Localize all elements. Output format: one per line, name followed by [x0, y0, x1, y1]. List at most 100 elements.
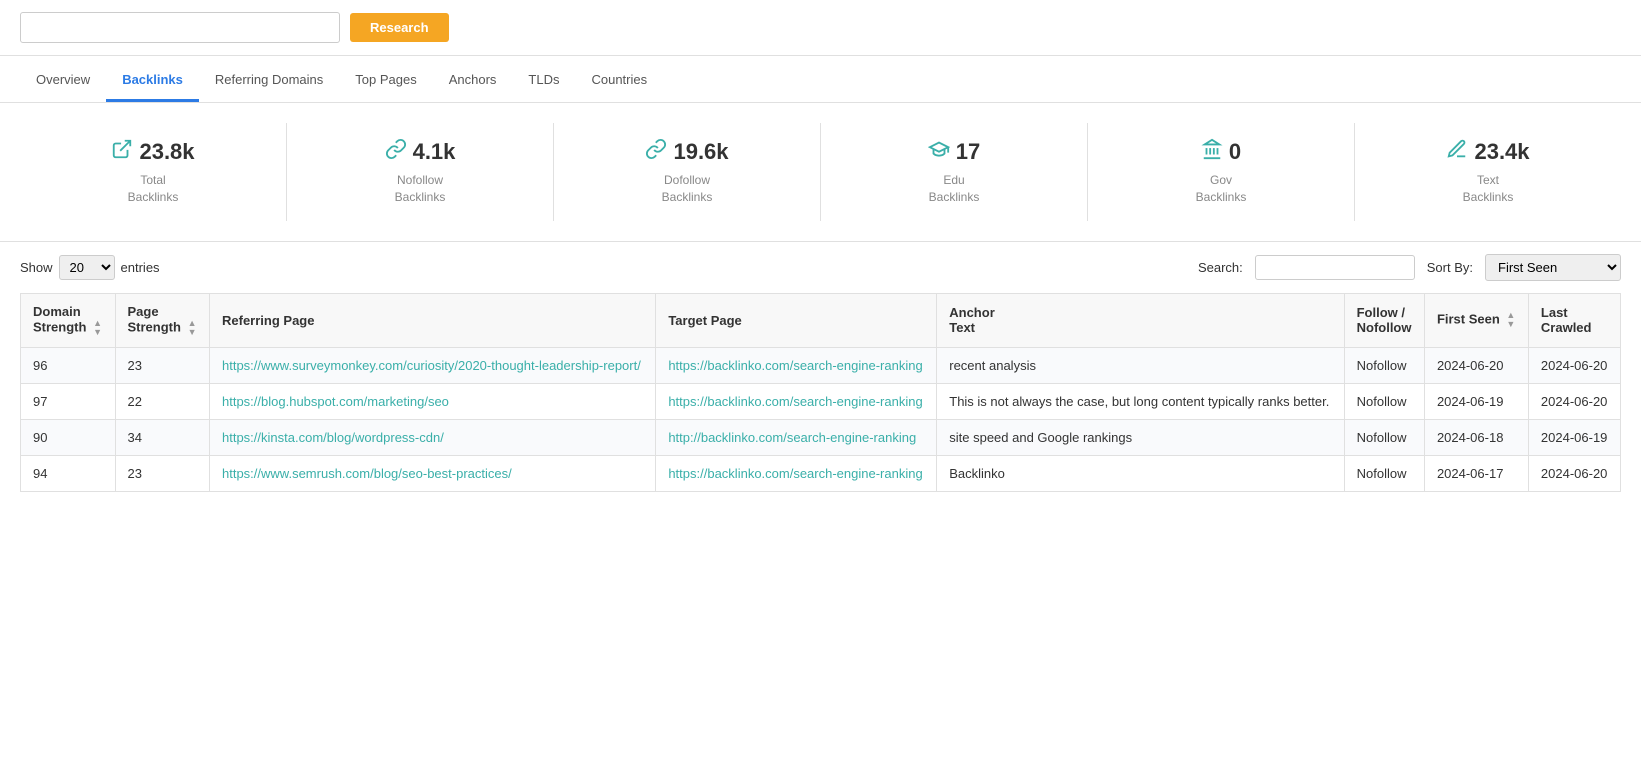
col-anchor-text: AnchorText — [937, 293, 1344, 347]
col-domain-strength[interactable]: DomainStrength ▲▼ — [21, 293, 116, 347]
stat-nofollow-label: NofollowBacklinks — [297, 172, 543, 206]
cell-domain-strength: 96 — [21, 347, 116, 383]
entries-label: entries — [121, 260, 160, 275]
cell-follow-nofollow: Nofollow — [1344, 419, 1424, 455]
stat-gov-value: 0 — [1229, 139, 1241, 165]
cell-target-page[interactable]: https://backlinko.com/search-engine-rank… — [656, 347, 937, 383]
search-input[interactable] — [1255, 255, 1415, 280]
search-label: Search: — [1198, 260, 1243, 275]
stat-dofollow-backlinks: 19.6k DofollowBacklinks — [554, 123, 821, 221]
nofollow-backlinks-icon — [385, 138, 407, 166]
cell-target-page-link[interactable]: https://backlinko.com/search-engine-rank… — [668, 394, 922, 409]
col-target-page: Target Page — [656, 293, 937, 347]
cell-follow-nofollow: Nofollow — [1344, 347, 1424, 383]
backlinks-table: DomainStrength ▲▼ PageStrength ▲▼ Referr… — [20, 293, 1621, 492]
cell-referring-page-link[interactable]: https://blog.hubspot.com/marketing/seo — [222, 394, 449, 409]
table-row: 9423 https://www.semrush.com/blog/seo-bes… — [21, 455, 1621, 491]
stat-dofollow-label: DofollowBacklinks — [564, 172, 810, 206]
stat-edu-value: 17 — [956, 139, 980, 165]
stat-gov-backlinks: 0 GovBacklinks — [1088, 123, 1355, 221]
cell-domain-strength: 94 — [21, 455, 116, 491]
table-header-row: DomainStrength ▲▼ PageStrength ▲▼ Referr… — [21, 293, 1621, 347]
table-row: 9034 https://kinsta.com/blog/wordpress-cd… — [21, 419, 1621, 455]
research-button[interactable]: Research — [350, 13, 449, 42]
cell-domain-strength: 97 — [21, 383, 116, 419]
cell-referring-page[interactable]: https://blog.hubspot.com/marketing/seo — [210, 383, 656, 419]
show-entries-control: Show 10 20 50 100 entries — [20, 255, 160, 280]
stat-nofollow-backlinks: 4.1k NofollowBacklinks — [287, 123, 554, 221]
tab-backlinks[interactable]: Backlinks — [106, 60, 199, 102]
table-row: 9623 https://www.surveymonkey.com/curiosi… — [21, 347, 1621, 383]
cell-referring-page-link[interactable]: https://www.surveymonkey.com/curiosity/2… — [222, 358, 641, 373]
sort-arrows-first-seen: ▲▼ — [1506, 311, 1515, 329]
tab-top-pages[interactable]: Top Pages — [339, 60, 432, 102]
cell-first-seen: 2024-06-18 — [1424, 419, 1528, 455]
cell-first-seen: 2024-06-20 — [1424, 347, 1528, 383]
cell-referring-page[interactable]: https://www.semrush.com/blog/seo-best-pr… — [210, 455, 656, 491]
total-backlinks-icon — [111, 138, 133, 166]
cell-referring-page[interactable]: https://www.surveymonkey.com/curiosity/2… — [210, 347, 656, 383]
col-referring-page: Referring Page — [210, 293, 656, 347]
dofollow-backlinks-icon — [645, 138, 667, 166]
cell-follow-nofollow: Nofollow — [1344, 455, 1424, 491]
cell-target-page-link[interactable]: http://backlinko.com/search-engine-ranki… — [668, 430, 916, 445]
stat-edu-backlinks: 17 EduBacklinks — [821, 123, 1088, 221]
tab-overview[interactable]: Overview — [20, 60, 106, 102]
stat-text-label: TextBacklinks — [1365, 172, 1611, 206]
cell-page-strength: 22 — [115, 383, 210, 419]
tab-anchors[interactable]: Anchors — [433, 60, 513, 102]
cell-first-seen: 2024-06-19 — [1424, 383, 1528, 419]
cell-page-strength: 23 — [115, 347, 210, 383]
cell-first-seen: 2024-06-17 — [1424, 455, 1528, 491]
cell-last-crawled: 2024-06-20 — [1528, 383, 1620, 419]
tab-countries[interactable]: Countries — [575, 60, 663, 102]
sort-label: Sort By: — [1427, 260, 1473, 275]
cell-follow-nofollow: Nofollow — [1344, 383, 1424, 419]
cell-target-page[interactable]: http://backlinko.com/search-engine-ranki… — [656, 419, 937, 455]
col-first-seen[interactable]: First Seen ▲▼ — [1424, 293, 1528, 347]
cell-anchor-text: recent analysis — [937, 347, 1344, 383]
sort-arrows-page: ▲▼ — [188, 319, 197, 337]
table-row: 9722 https://blog.hubspot.com/marketing/s… — [21, 383, 1621, 419]
col-last-crawled: LastCrawled — [1528, 293, 1620, 347]
cell-referring-page[interactable]: https://kinsta.com/blog/wordpress-cdn/ — [210, 419, 656, 455]
cell-anchor-text: This is not always the case, but long co… — [937, 383, 1344, 419]
tab-referring-domains[interactable]: Referring Domains — [199, 60, 339, 102]
cell-target-page-link[interactable]: https://backlinko.com/search-engine-rank… — [668, 358, 922, 373]
cell-anchor-text: Backlinko — [937, 455, 1344, 491]
cell-last-crawled: 2024-06-20 — [1528, 347, 1620, 383]
cell-domain-strength: 90 — [21, 419, 116, 455]
stat-total-backlinks-label: TotalBacklinks — [30, 172, 276, 206]
controls-row: Show 10 20 50 100 entries Search: Sort B… — [0, 242, 1641, 293]
top-bar: https://backlinko.com/search-engine-rank… — [0, 0, 1641, 56]
tab-tlds[interactable]: TLDs — [512, 60, 575, 102]
cell-referring-page-link[interactable]: https://www.semrush.com/blog/seo-best-pr… — [222, 466, 512, 481]
cell-target-page[interactable]: https://backlinko.com/search-engine-rank… — [656, 383, 937, 419]
stat-total-backlinks: 23.8k TotalBacklinks — [20, 123, 287, 221]
stat-edu-label: EduBacklinks — [831, 172, 1077, 206]
stat-nofollow-value: 4.1k — [413, 139, 456, 165]
sort-select[interactable]: First Seen Last Crawled Domain Strength … — [1485, 254, 1621, 281]
backlinks-table-wrapper: DomainStrength ▲▼ PageStrength ▲▼ Referr… — [0, 293, 1641, 512]
cell-last-crawled: 2024-06-20 — [1528, 455, 1620, 491]
cell-page-strength: 34 — [115, 419, 210, 455]
url-input[interactable]: https://backlinko.com/search-engine-rank… — [20, 12, 340, 43]
stat-gov-label: GovBacklinks — [1098, 172, 1344, 206]
cell-referring-page-link[interactable]: https://kinsta.com/blog/wordpress-cdn/ — [222, 430, 444, 445]
edu-backlinks-icon — [928, 138, 950, 166]
col-page-strength[interactable]: PageStrength ▲▼ — [115, 293, 210, 347]
cell-anchor-text: site speed and Google rankings — [937, 419, 1344, 455]
entries-select[interactable]: 10 20 50 100 — [59, 255, 115, 280]
cell-page-strength: 23 — [115, 455, 210, 491]
stat-dofollow-value: 19.6k — [673, 139, 728, 165]
cell-target-page[interactable]: https://backlinko.com/search-engine-rank… — [656, 455, 937, 491]
stat-total-backlinks-value: 23.8k — [139, 139, 194, 165]
stat-text-backlinks: 23.4k TextBacklinks — [1355, 123, 1621, 221]
show-label: Show — [20, 260, 53, 275]
col-follow-nofollow: Follow /Nofollow — [1344, 293, 1424, 347]
sort-arrows-domain: ▲▼ — [93, 319, 102, 337]
text-backlinks-icon — [1446, 138, 1468, 166]
cell-last-crawled: 2024-06-19 — [1528, 419, 1620, 455]
cell-target-page-link[interactable]: https://backlinko.com/search-engine-rank… — [668, 466, 922, 481]
gov-backlinks-icon — [1201, 138, 1223, 166]
